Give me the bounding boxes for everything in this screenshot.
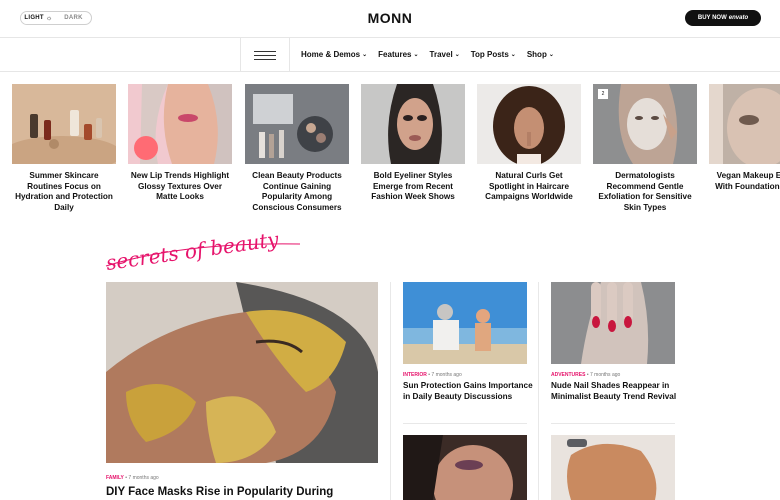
story-card[interactable]: 2 Dermatologists Recommend Gentle Exfoli… <box>593 84 697 213</box>
nav-item-home-demos[interactable]: Home & Demos ⌄ <box>301 50 367 59</box>
card-image[interactable] <box>551 435 675 500</box>
post-time: 7 months ago <box>431 372 462 378</box>
gallery-count-badge: 2 <box>598 89 608 99</box>
story-title[interactable]: Summer Skincare Routines Focus on Hydrat… <box>12 171 116 213</box>
nav-label: Home & Demos <box>301 50 361 59</box>
category-label[interactable]: INTERIOR <box>403 372 427 378</box>
chevron-down-icon: ⌄ <box>510 52 516 58</box>
story-title[interactable]: Vegan Makeup Expand With Foundation Rang… <box>709 171 780 192</box>
story-thumbnail[interactable] <box>709 84 780 164</box>
hamburger-menu-icon[interactable] <box>240 38 290 72</box>
site-header: LIGHT ☼ DARK MONN BUY NOW envato <box>0 0 780 38</box>
story-title[interactable]: Natural Curls Get Spotlight in Haircare … <box>477 171 581 203</box>
story-thumbnail[interactable] <box>12 84 116 164</box>
nav-label: Travel <box>429 50 453 59</box>
story-card[interactable]: Vegan Makeup Expand With Foundation Rang… <box>709 84 780 192</box>
feature-title[interactable]: DIY Face Masks Rise in Popularity During <box>106 486 333 498</box>
feature-meta: FAMILY • 7 months ago <box>106 475 159 481</box>
feature-image[interactable] <box>106 282 378 463</box>
story-card[interactable]: Bold Eyeliner Styles Emerge from Recent … <box>361 84 465 203</box>
chevron-down-icon: ⌄ <box>362 52 368 58</box>
story-thumbnail[interactable] <box>477 84 581 164</box>
story-card[interactable]: Summer Skincare Routines Focus on Hydrat… <box>12 84 116 213</box>
nav-item-top-posts[interactable]: Top Posts ⌄ <box>471 50 516 59</box>
category-label[interactable]: FAMILY <box>106 475 124 481</box>
chevron-down-icon: ⌄ <box>548 52 554 58</box>
envato-logo: envato <box>728 15 749 21</box>
story-thumbnail[interactable] <box>361 84 465 164</box>
post-time: 7 months ago <box>589 372 621 378</box>
chevron-down-icon: ⌄ <box>413 52 419 58</box>
story-card[interactable]: New Lip Trends Highlight Glossy Textures… <box>128 84 232 203</box>
post-time: 7 months ago <box>128 475 159 481</box>
story-card[interactable]: Clean Beauty Products Continue Gaining P… <box>245 84 349 213</box>
site-logo[interactable]: MONN <box>0 10 780 26</box>
nav-item-shop[interactable]: Shop ⌄ <box>527 50 554 59</box>
buy-now-label: BUY NOW <box>697 15 727 21</box>
card-image[interactable] <box>551 282 675 364</box>
story-title[interactable]: Clean Beauty Products Continue Gaining P… <box>245 171 349 213</box>
story-title[interactable]: Bold Eyeliner Styles Emerge from Recent … <box>361 171 465 203</box>
buy-now-button[interactable]: BUY NOW envato <box>685 10 761 26</box>
story-title[interactable]: Dermatologists Recommend Gentle Exfoliat… <box>593 171 697 213</box>
story-thumbnail[interactable]: 2 <box>593 84 697 164</box>
card-meta: ADVENTURES • 7 months ago <box>551 372 620 378</box>
card-separator <box>551 423 675 424</box>
card-title[interactable]: Sun Protection Gains Importance in Daily… <box>403 381 533 402</box>
card-image[interactable] <box>403 435 527 500</box>
main-navigation: Home & Demos ⌄ Features ⌄ Travel ⌄ Top Post… <box>0 38 780 72</box>
script-title-text: secrets of beauty <box>104 227 280 275</box>
nav-label: Features <box>378 50 412 59</box>
nav-label: Shop <box>526 50 547 59</box>
column-divider <box>390 282 391 500</box>
card-title[interactable]: Nude Nail Shades Reappear in Minimalist … <box>551 381 681 402</box>
nav-label: Top Posts <box>470 50 509 59</box>
story-title[interactable]: New Lip Trends Highlight Glossy Textures… <box>128 171 232 203</box>
category-label[interactable]: ADVENTURES <box>551 372 585 378</box>
card-meta: INTERIOR • 7 months ago <box>403 372 462 378</box>
story-card[interactable]: Natural Curls Get Spotlight in Haircare … <box>477 84 581 203</box>
story-thumbnail[interactable] <box>245 84 349 164</box>
nav-item-features[interactable]: Features ⌄ <box>378 50 418 59</box>
story-thumbnail[interactable] <box>128 84 232 164</box>
column-divider <box>538 282 539 500</box>
card-separator <box>403 423 527 424</box>
card-image[interactable] <box>403 282 527 364</box>
nav-item-travel[interactable]: Travel ⌄ <box>430 50 460 59</box>
chevron-down-icon: ⌄ <box>454 52 460 58</box>
